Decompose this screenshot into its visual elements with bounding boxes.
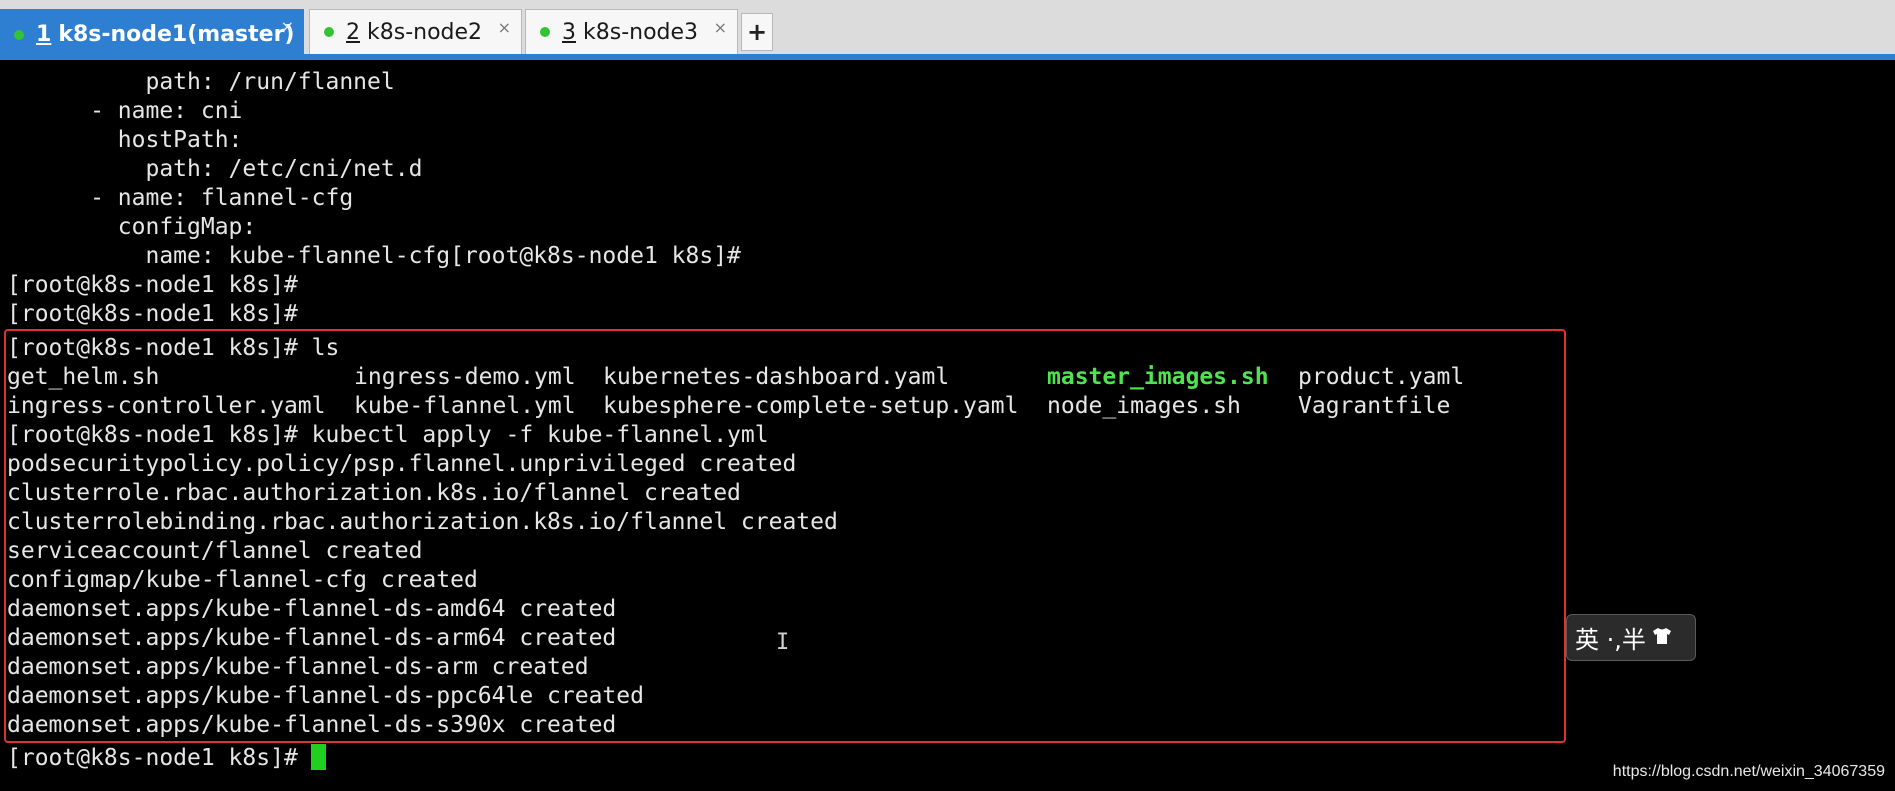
tab-number: 3 [562,19,576,45]
terminal-line: - name: cni [7,98,243,124]
terminal-line: - name: flannel-cfg [7,185,354,211]
tab-title: k8s-node1(master) [58,22,295,47]
close-tab-icon[interactable]: × [281,17,294,36]
tshirt-icon[interactable] [1652,626,1672,650]
terminal-line: configMap: [7,214,257,240]
terminal-line: name: kube-flannel-cfg[root@k8s-node1 k8… [7,243,741,269]
tab-k8s-node1[interactable]: 1 k8s-node1(master) × [0,9,304,60]
connected-status-icon [324,27,334,37]
terminal-line: path: /run/flannel [7,69,395,95]
text-cursor [311,744,326,770]
tab-number: 1 [36,22,52,47]
terminal-line: path: /etc/cni/net.d [7,156,423,182]
watermark-text: https://blog.csdn.net/weixin_34067359 [1612,763,1885,780]
terminal-line: [root@k8s-node1 k8s]# [7,272,298,298]
terminal-line: hostPath: [7,127,243,153]
tab-k8s-node3[interactable]: 3 k8s-node3 × [525,9,738,54]
tab-bar: 1 k8s-node1(master) × 2 k8s-node2 × 3 k8… [0,0,1895,60]
highlight-annotation-box [4,329,1566,743]
mouse-ibeam-icon: I [776,630,790,655]
tab-k8s-node2[interactable]: 2 k8s-node2 × [309,9,522,54]
new-tab-button[interactable]: + [741,13,773,51]
tab-title: k8s-node2 [367,19,483,45]
tab-number: 2 [346,19,360,45]
close-tab-icon[interactable]: × [498,18,511,37]
close-tab-icon[interactable]: × [714,18,727,37]
shell-prompt: [root@k8s-node1 k8s]# [7,745,298,771]
tab-title: k8s-node3 [583,19,699,45]
terminal-window: 1 k8s-node1(master) × 2 k8s-node2 × 3 k8… [0,0,1895,791]
ime-mode-label: 英 ·,半 [1575,626,1646,654]
connected-status-icon [14,29,24,40]
connected-status-icon [540,27,550,37]
terminal-line: [root@k8s-node1 k8s]# [7,301,298,327]
ime-status-toolbar[interactable]: 英 ·,半 [1566,614,1696,661]
